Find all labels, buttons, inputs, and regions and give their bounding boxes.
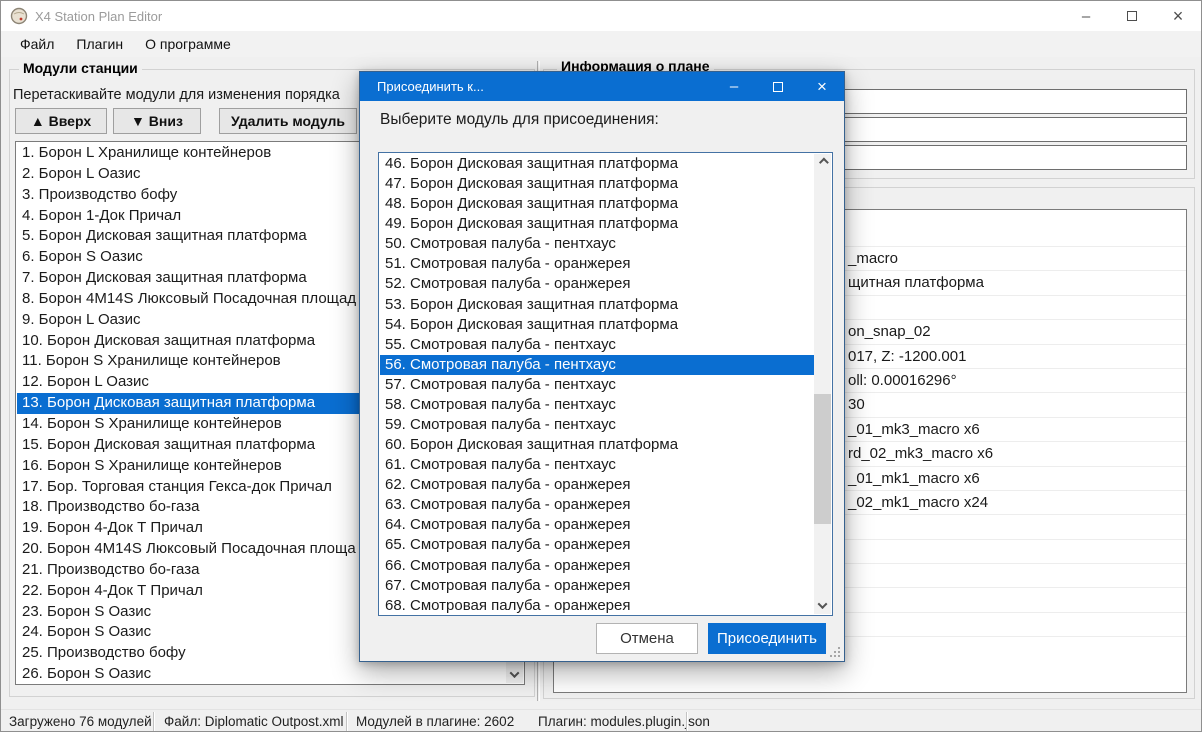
menu-plugin[interactable]: Плагин — [65, 31, 134, 57]
dialog-module-item[interactable]: 68. Смотровая палуба - оранжерея — [380, 596, 814, 614]
dialog-title: Присоединить к... — [377, 79, 484, 94]
scroll-down-icon[interactable] — [814, 597, 831, 614]
status-loaded-modules: Загружено 76 модулей — [9, 714, 152, 729]
status-bar: Загружено 76 модулей Файл: Diplomatic Ou… — [1, 709, 1201, 732]
dialog-module-item[interactable]: 50. Смотровая палуба - пентхаус — [380, 234, 814, 254]
dialog-module-item[interactable]: 60. Борон Дисковая защитная платформа — [380, 435, 814, 455]
dialog-module-item[interactable]: 63. Смотровая палуба - оранжерея — [380, 495, 814, 515]
module-item[interactable]: 26. Борон S Оазис — [17, 664, 506, 683]
cancel-button[interactable]: Отмена — [596, 623, 698, 654]
window-titlebar: X4 Station Plan Editor – × — [1, 1, 1201, 31]
dialog-list-scrollbar[interactable] — [814, 154, 831, 614]
attach-dialog: Присоединить к... – × Выберите модуль дл… — [359, 71, 845, 662]
app-icon — [10, 7, 28, 25]
dialog-module-item[interactable]: 48. Борон Дисковая защитная платформа — [380, 194, 814, 214]
minimize-icon[interactable]: – — [1063, 1, 1109, 31]
delete-module-button[interactable]: Удалить модуль — [219, 108, 357, 134]
dialog-module-item[interactable]: 56. Смотровая палуба - пентхаус — [380, 355, 814, 375]
dialog-minimize-icon[interactable]: – — [712, 72, 756, 101]
move-up-button[interactable]: ▲ Вверх — [15, 108, 107, 134]
maximize-icon[interactable] — [1109, 1, 1155, 31]
status-separator — [153, 712, 155, 731]
dialog-module-item[interactable]: 47. Борон Дисковая защитная платформа — [380, 174, 814, 194]
menu-bar: Файл Плагин О программе — [1, 31, 1201, 57]
menu-about[interactable]: О программе — [134, 31, 242, 57]
dialog-module-item[interactable]: 53. Борон Дисковая защитная платформа — [380, 295, 814, 315]
status-separator — [686, 712, 688, 731]
status-separator — [346, 712, 348, 731]
app-window: X4 Station Plan Editor – × Файл Плагин О… — [0, 0, 1202, 732]
dialog-module-item[interactable]: 67. Смотровая палуба - оранжерея — [380, 576, 814, 596]
status-plugin-modules: Модулей в плагине: 2602 — [356, 714, 514, 729]
dialog-module-item[interactable]: 57. Смотровая палуба - пентхаус — [380, 375, 814, 395]
scrollbar-thumb[interactable] — [814, 394, 831, 524]
resize-grip-icon[interactable] — [829, 646, 840, 657]
dialog-module-item[interactable]: 66. Смотровая палуба - оранжерея — [380, 556, 814, 576]
menu-file[interactable]: Файл — [9, 31, 65, 57]
dialog-module-item[interactable]: 52. Смотровая палуба - оранжерея — [380, 274, 814, 294]
dialog-maximize-icon[interactable] — [756, 72, 800, 101]
attach-modules-list: 46. Борон Дисковая защитная платформа47.… — [378, 152, 833, 616]
dialog-module-item[interactable]: 49. Борон Дисковая защитная платформа — [380, 214, 814, 234]
dialog-module-item[interactable]: 55. Смотровая палуба - пентхаус — [380, 335, 814, 355]
dialog-titlebar[interactable]: Присоединить к... – × — [360, 72, 844, 101]
station-modules-group-title: Модули станции — [19, 60, 142, 76]
dialog-module-item[interactable]: 51. Смотровая палуба - оранжерея — [380, 254, 814, 274]
dialog-module-item[interactable]: 54. Борон Дисковая защитная платформа — [380, 315, 814, 335]
dialog-module-item[interactable]: 62. Смотровая палуба - оранжерея — [380, 475, 814, 495]
dialog-module-item[interactable]: 58. Смотровая палуба - пентхаус — [380, 395, 814, 415]
dialog-module-item[interactable]: 64. Смотровая палуба - оранжерея — [380, 515, 814, 535]
dialog-module-item[interactable]: 59. Смотровая палуба - пентхаус — [380, 415, 814, 435]
dialog-prompt: Выберите модуль для присоединения: — [380, 111, 659, 129]
scroll-down-icon[interactable] — [506, 666, 523, 683]
dialog-close-icon[interactable]: × — [800, 72, 844, 101]
status-file: Файл: Diplomatic Outpost.xml — [164, 714, 343, 729]
move-down-button[interactable]: ▼ Вниз — [113, 108, 201, 134]
drag-hint-text: Перетаскивайте модули для изменения поря… — [13, 87, 340, 103]
attach-button[interactable]: Присоединить — [708, 623, 826, 654]
dialog-module-item[interactable]: 65. Смотровая палуба - оранжерея — [380, 535, 814, 555]
close-icon[interactable]: × — [1155, 1, 1201, 31]
window-title: X4 Station Plan Editor — [35, 9, 162, 24]
status-plugin-file: Плагин: modules.plugin.json — [538, 714, 710, 729]
dialog-module-item[interactable]: 46. Борон Дисковая защитная платформа — [380, 154, 814, 174]
scroll-up-icon[interactable] — [814, 154, 831, 171]
dialog-module-item[interactable]: 61. Смотровая палуба - пентхаус — [380, 455, 814, 475]
